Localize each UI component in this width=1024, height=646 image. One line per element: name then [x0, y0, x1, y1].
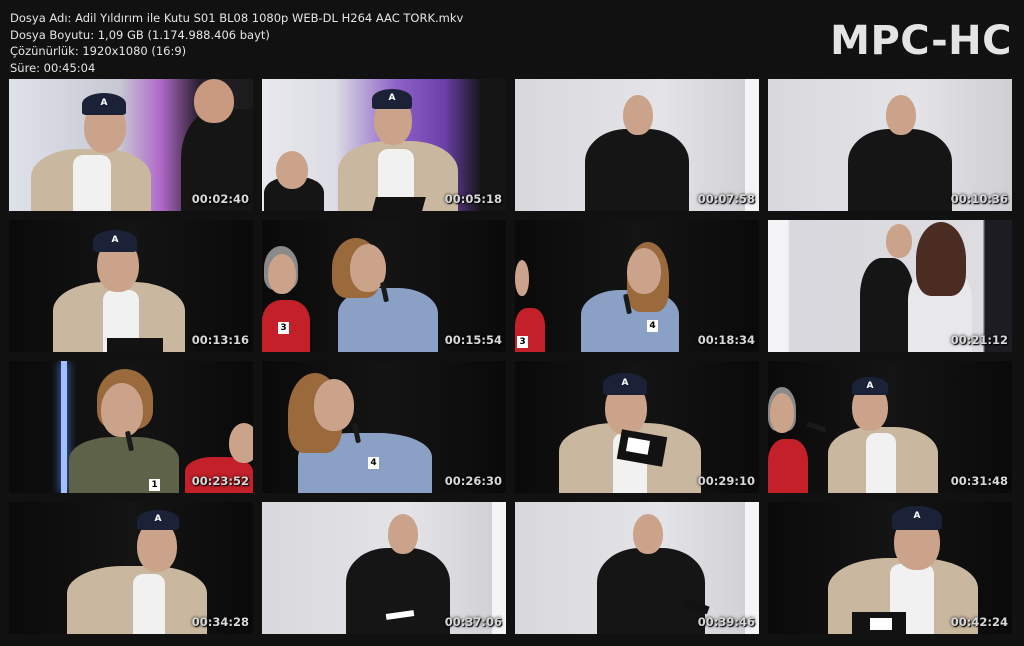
timestamp-label: 00:39:46	[697, 615, 755, 629]
person-figure	[768, 439, 808, 493]
thumbnail[interactable]: 00:21:12	[768, 220, 1012, 352]
microphone-icon	[806, 421, 827, 433]
timestamp-label: 00:02:40	[191, 192, 249, 206]
person-head	[633, 514, 663, 554]
cap-icon	[372, 89, 412, 109]
person-head	[886, 224, 912, 258]
thumbnail[interactable]: 00:07:58	[515, 79, 759, 211]
timestamp-label: 00:07:58	[697, 192, 755, 206]
duration-line: Süre: 00:45:04	[10, 60, 96, 75]
person-head	[770, 393, 794, 433]
person-figure	[860, 258, 914, 352]
timestamp-label: 00:21:12	[950, 333, 1008, 347]
card	[870, 618, 892, 630]
thumbnail[interactable]: 00:13:16	[9, 220, 253, 352]
person-head	[229, 423, 253, 463]
thumbnail[interactable]: 00:02:40	[9, 79, 253, 211]
person-head	[268, 254, 296, 294]
timestamp-label: 00:37:06	[444, 615, 502, 629]
timestamp-label: 00:15:54	[444, 333, 502, 347]
person-figure	[69, 437, 179, 493]
timestamp-label: 00:05:18	[444, 192, 502, 206]
hair	[916, 222, 966, 296]
timestamp-label: 00:10:36	[950, 192, 1008, 206]
shirt	[866, 433, 896, 493]
thumbnail[interactable]: 1 00:23:52	[9, 361, 253, 493]
thumbnail[interactable]: 00:05:18	[262, 79, 506, 211]
person-figure	[597, 548, 705, 634]
cap-icon	[82, 93, 126, 115]
thumbnail[interactable]: 4 00:26:30	[262, 361, 506, 493]
timestamp-label: 00:42:24	[950, 615, 1008, 629]
card	[107, 338, 163, 352]
thumbnail[interactable]: 3 4 00:18:34	[515, 220, 759, 352]
person-head	[886, 95, 916, 135]
contestant-badge: 1	[149, 479, 160, 491]
person-figure	[346, 548, 450, 634]
thumbnail[interactable]: 00:34:28	[9, 502, 253, 634]
timestamp-label: 00:13:16	[191, 333, 249, 347]
mpc-hc-logo: MPC-HC	[830, 18, 1012, 64]
cap-icon	[137, 510, 179, 530]
person-head	[515, 260, 529, 296]
thumbnail[interactable]: 00:31:48	[768, 361, 1012, 493]
timestamp-label: 00:31:48	[950, 474, 1008, 488]
file-info-panel: Dosya Adı: Adil Yıldırım ile Kutu S01 BL…	[10, 10, 463, 76]
thumbnail[interactable]: 00:37:06	[262, 502, 506, 634]
cap-icon	[93, 230, 137, 252]
thumbnail[interactable]: 3 00:15:54	[262, 220, 506, 352]
shirt	[73, 155, 111, 211]
cap-icon	[852, 377, 888, 395]
thumbnail[interactable]: 00:42:24	[768, 502, 1012, 634]
thumbnail[interactable]: 00:29:10	[515, 361, 759, 493]
timestamp-label: 00:29:10	[697, 474, 755, 488]
person-figure	[585, 129, 689, 211]
timestamp-label: 00:34:28	[191, 615, 249, 629]
person-head	[623, 95, 653, 135]
file-size-line: Dosya Boyutu: 1,09 GB (1.174.988.406 bay…	[10, 27, 270, 42]
thumbnail[interactable]: 00:39:46	[515, 502, 759, 634]
card	[372, 197, 426, 211]
shirt	[133, 574, 165, 634]
person-head	[276, 151, 308, 189]
thumbnail-grid: 00:02:40 00:05:18 00:07:58 00:10:36	[9, 79, 1012, 634]
resolution-line: Çözünürlük: 1920x1080 (16:9)	[10, 44, 187, 58]
person-head	[627, 248, 661, 294]
person-figure	[848, 129, 952, 211]
contestant-badge: 4	[647, 320, 658, 332]
contestant-badge: 4	[368, 457, 379, 469]
stage-light	[61, 361, 67, 493]
timestamp-label: 00:26:30	[444, 474, 502, 488]
person-head	[194, 79, 234, 123]
timestamp-label: 00:23:52	[191, 474, 249, 488]
timestamp-label: 00:18:34	[697, 333, 755, 347]
file-name-line: Dosya Adı: Adil Yıldırım ile Kutu S01 BL…	[10, 11, 464, 25]
cap-icon	[892, 506, 942, 530]
contestant-badge: 3	[517, 336, 528, 348]
contestant-badge: 3	[278, 322, 289, 334]
cap-icon	[603, 373, 647, 395]
person-head	[314, 379, 354, 431]
person-head	[388, 514, 418, 554]
person-head	[101, 383, 143, 437]
thumbnail[interactable]: 00:10:36	[768, 79, 1012, 211]
